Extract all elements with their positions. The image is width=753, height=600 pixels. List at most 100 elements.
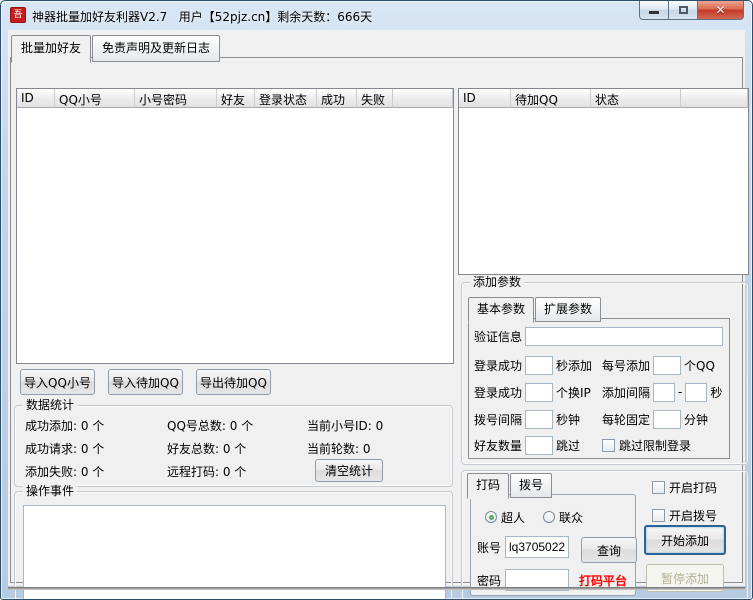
- add-interval-min-input[interactable]: [653, 383, 675, 402]
- target-qq-list[interactable]: ID 待加QQ 状态: [458, 88, 749, 275]
- minimize-button[interactable]: [639, 1, 669, 20]
- params-group-title: 添加参数: [470, 275, 524, 289]
- dial-interval-label: 拨号间隔: [474, 411, 522, 428]
- column-header-status[interactable]: 状态: [591, 89, 681, 108]
- tab-batch-add-friends[interactable]: 批量加好友: [11, 35, 91, 63]
- events-groupbox: 操作事件: [14, 491, 453, 600]
- radio-chaoren-line[interactable]: 超人: [485, 509, 525, 526]
- lianzhong-radio-label: 联众: [559, 509, 583, 526]
- skip-limited-login-checkbox[interactable]: [602, 439, 615, 452]
- clear-stats-button[interactable]: 清空统计: [315, 459, 383, 482]
- enable-captcha-label: 开启打码: [669, 479, 717, 496]
- skip-limited-login-checkline[interactable]: 跳过限制登录: [602, 435, 691, 455]
- query-button[interactable]: 查询: [581, 537, 637, 563]
- column-header-target[interactable]: 待加QQ: [511, 89, 591, 108]
- column-header-filler2: [681, 89, 748, 108]
- column-header-friends[interactable]: 好友: [217, 89, 255, 108]
- stat-add-failed: 添加失败: 0 个: [25, 463, 104, 480]
- column-header-fail[interactable]: 失败: [357, 89, 393, 108]
- stat-success-added: 成功添加: 0 个: [25, 417, 104, 434]
- captcha-platform-link[interactable]: 打码平台: [579, 572, 627, 589]
- event-log-textarea[interactable]: [23, 505, 446, 600]
- params-tabstrip: 基本参数 扩展参数: [468, 297, 602, 322]
- stat-friends-total: 好友总数: 0 个: [167, 440, 246, 457]
- column-header-success[interactable]: 成功: [317, 89, 357, 108]
- main-tabstrip: 批量加好友 免责声明及更新日志: [11, 35, 221, 62]
- coding-tabstrip: 打码 拨号: [467, 473, 553, 498]
- tab-basic-params[interactable]: 基本参数: [468, 297, 534, 323]
- maximize-button[interactable]: [669, 1, 698, 20]
- per-account-add-suffix: 个QQ: [684, 357, 715, 374]
- tab-dialing[interactable]: 拨号: [510, 473, 552, 498]
- qq-accounts-list[interactable]: ID QQ小号 小号密码 好友 登录状态 成功 失败: [16, 88, 454, 364]
- column-header-filler: [393, 89, 453, 108]
- per-account-add-input[interactable]: [653, 356, 681, 375]
- add-interval-max-input[interactable]: [685, 383, 707, 402]
- enable-dialing-checkbox[interactable]: [652, 509, 665, 522]
- friend-count-skip-suffix: 跳过: [556, 437, 580, 454]
- password-label: 密码: [477, 572, 501, 589]
- close-icon: ✕: [715, 3, 725, 17]
- login-success-delay-label: 登录成功: [474, 357, 522, 374]
- import-qq-accounts-button[interactable]: 导入QQ小号: [20, 369, 95, 395]
- skip-limited-login-label: 跳过限制登录: [619, 437, 691, 454]
- target-qq-list-header: ID 待加QQ 状态: [459, 89, 748, 108]
- chaoren-radio[interactable]: [485, 511, 497, 523]
- stats-group-title: 数据统计: [23, 398, 77, 412]
- titlebar[interactable]: 吾 神器批量加好友利器V2.7 用户【52pjz.cn】剩余天数：666天 ✕: [1, 1, 752, 30]
- minimize-icon: [649, 11, 659, 14]
- tab-extended-params[interactable]: 扩展参数: [535, 297, 601, 322]
- verify-info-input[interactable]: [525, 327, 723, 346]
- captcha-panel: 超人 联众 账号 查询 密码: [470, 494, 636, 596]
- column-header-id2[interactable]: ID: [459, 89, 511, 108]
- qq-accounts-list-body[interactable]: [17, 108, 453, 363]
- radio-lianzhong-line[interactable]: 联众: [543, 509, 583, 526]
- coding-groupbox: 打码 拨号 超人 联众 账号: [461, 470, 749, 600]
- round-fixed-input[interactable]: [653, 410, 681, 429]
- tab-disclaimer-changelog[interactable]: 免责声明及更新日志: [92, 35, 220, 62]
- enable-dialing-label: 开启拨号: [669, 507, 717, 524]
- add-interval-separator: -: [678, 385, 682, 399]
- tab-captcha[interactable]: 打码: [467, 473, 509, 499]
- column-header-qq[interactable]: QQ小号: [55, 89, 135, 108]
- start-adding-button[interactable]: 开始添加: [644, 525, 726, 555]
- add-interval-suffix: 秒: [710, 384, 722, 401]
- events-group-title: 操作事件: [23, 484, 77, 498]
- add-interval-label: 添加间隔: [602, 384, 650, 401]
- export-target-qq-button[interactable]: 导出待加QQ: [196, 369, 271, 395]
- column-header-loginstate[interactable]: 登录状态: [255, 89, 317, 108]
- switch-ip-input[interactable]: [525, 383, 553, 402]
- app-window: 吾 神器批量加好友利器V2.7 用户【52pjz.cn】剩余天数：666天 ✕ …: [0, 0, 753, 600]
- stat-remote-captcha: 远程打码: 0 个: [167, 463, 246, 480]
- maximize-icon: [679, 6, 688, 14]
- lianzhong-radio[interactable]: [543, 511, 555, 523]
- import-target-qq-button[interactable]: 导入待加QQ: [108, 369, 183, 395]
- stat-current-round: 当前轮数: 0: [307, 440, 371, 457]
- window-title: 神器批量加好友利器V2.7 用户【52pjz.cn】剩余天数：666天: [32, 8, 372, 25]
- login-success-delay-suffix: 秒添加: [556, 357, 592, 374]
- stats-groupbox: 数据统计 成功添加: 0 个 成功请求: 0 个 添加失败: 0 个 QQ号总数…: [14, 405, 453, 487]
- per-account-add-label: 每号添加: [602, 357, 650, 374]
- caption-buttons: ✕: [639, 1, 744, 20]
- stat-success-request: 成功请求: 0 个: [25, 440, 104, 457]
- target-qq-list-body[interactable]: [459, 108, 748, 274]
- friend-count-skip-label: 好友数量: [474, 437, 522, 454]
- enable-dialing-checkline[interactable]: 开启拨号: [652, 505, 717, 525]
- client-area: 批量加好友 免责声明及更新日志 ID QQ小号 小号密码 好友 登录状态 成功 …: [8, 30, 745, 586]
- column-header-password[interactable]: 小号密码: [135, 89, 217, 108]
- basic-params-page: 验证信息 登录成功 秒添加 登录成功 个换IP: [468, 318, 730, 459]
- friend-count-skip-input[interactable]: [525, 436, 553, 455]
- login-success-delay-input[interactable]: [525, 356, 553, 375]
- main-tabpage: ID QQ小号 小号密码 好友 登录状态 成功 失败 ID 待加QQ 状态: [10, 57, 743, 583]
- column-header-id[interactable]: ID: [17, 89, 55, 108]
- params-groupbox: 添加参数 基本参数 扩展参数 验证信息 登录成功 秒添加: [461, 282, 749, 465]
- enable-captcha-checkline[interactable]: 开启打码: [652, 477, 717, 497]
- qq-accounts-list-header: ID QQ小号 小号密码 好友 登录状态 成功 失败: [17, 89, 453, 108]
- stat-qq-total: QQ号总数: 0 个: [167, 417, 253, 434]
- chaoren-radio-label: 超人: [501, 509, 525, 526]
- enable-captcha-checkbox[interactable]: [652, 481, 665, 494]
- round-fixed-suffix: 分钟: [684, 411, 708, 428]
- close-button[interactable]: ✕: [698, 1, 744, 20]
- dial-interval-suffix: 秒钟: [556, 411, 580, 428]
- dial-interval-input[interactable]: [525, 410, 553, 429]
